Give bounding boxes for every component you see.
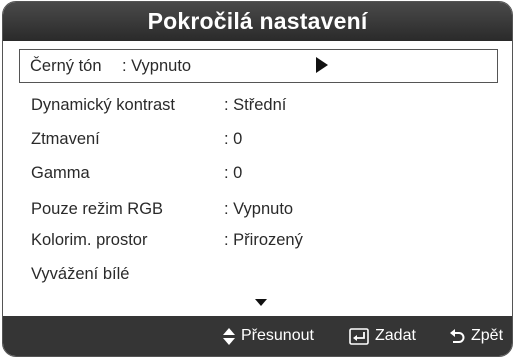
menu-item-dynamic-contrast[interactable]: Dynamický kontrast : Střední: [31, 90, 494, 120]
return-icon: [449, 328, 465, 345]
dialog-frame: Pokročilá nastavení Černý tón : Vypnuto …: [2, 1, 513, 357]
menu-item-color-space[interactable]: Kolorim. prostor : Přirozený: [31, 225, 494, 255]
move-hint-label: Přesunout: [241, 327, 314, 344]
back-hint-label: Zpět: [471, 327, 504, 344]
menu-item-value: : Přirozený: [224, 230, 303, 249]
menu-item-label: Gamma: [31, 163, 90, 182]
settings-menu: Černý tón : Vypnuto Dynamický kontrast :…: [3, 41, 512, 316]
menu-item-label: Dynamický kontrast: [31, 95, 175, 114]
menu-item-value: : Střední: [224, 95, 287, 114]
enter-hint: Zadat: [349, 316, 416, 356]
menu-item-white-balance[interactable]: Vyvážení bílé: [31, 259, 494, 289]
menu-item-value: : 0: [224, 163, 243, 182]
page-title: Pokročilá nastavení: [147, 8, 368, 34]
back-hint: Zpět: [449, 316, 503, 356]
menu-item-label: Černý tón: [30, 56, 102, 75]
menu-item-value: : Vypnuto: [122, 56, 192, 75]
move-hint: Přesunout: [223, 316, 314, 356]
menu-item-gamma[interactable]: Gamma : 0: [31, 158, 494, 188]
menu-item-shadow-detail[interactable]: Ztmavení : 0: [31, 124, 494, 154]
enter-icon: [349, 327, 369, 345]
menu-item-label: Kolorim. prostor: [31, 230, 148, 249]
menu-item-value: : Vypnuto: [224, 199, 294, 218]
up-down-arrows-icon: [223, 327, 235, 345]
menu-item-label: Ztmavení: [31, 129, 100, 148]
footer-hint-bar: Přesunout Zadat Zpět: [3, 316, 512, 356]
dialog-header: Pokročilá nastavení: [3, 2, 512, 41]
menu-item-value: : 0: [224, 129, 243, 148]
scroll-down-icon[interactable]: [255, 299, 267, 306]
right-triangle-icon: [316, 57, 328, 73]
menu-item-label: Pouze režim RGB: [31, 199, 164, 218]
menu-item-label: Vyvážení bílé: [31, 264, 130, 283]
menu-item-rgb-only-mode[interactable]: Pouze režim RGB : Vypnuto: [31, 194, 494, 224]
enter-hint-label: Zadat: [375, 327, 416, 344]
menu-item-black-tone[interactable]: Černý tón : Vypnuto: [19, 49, 498, 83]
